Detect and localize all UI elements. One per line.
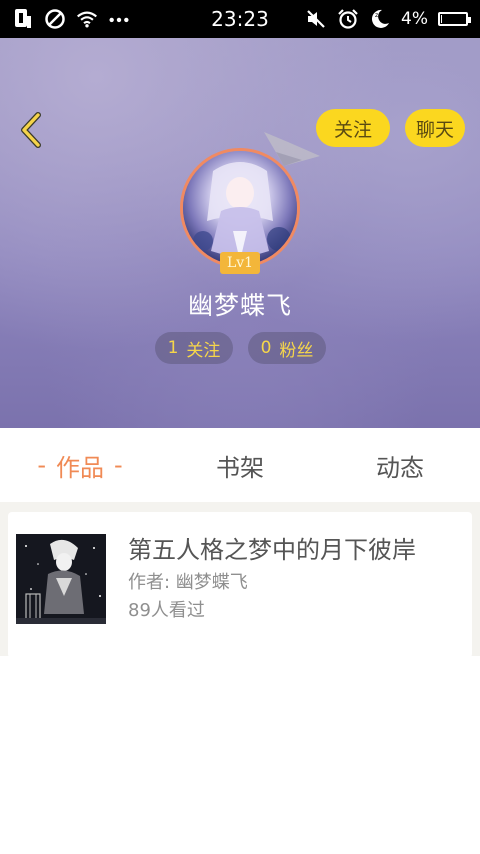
battery-icon [438,12,471,26]
fans-count: 0 [260,338,272,358]
book-author: 作者: 幽梦蝶飞 [128,572,248,593]
status-bar: 23:23 z 4% [0,0,480,38]
level-badge: Lv1 [220,252,260,274]
follow-button[interactable]: 关注 [316,109,390,147]
tab-label: 作品 [56,453,104,482]
tab-label: 动态 [376,453,424,482]
following-stat[interactable]: 1 关注 [155,332,233,364]
blocked-icon [44,8,66,30]
night-mode-icon: z [369,8,391,30]
tab-dash-right: - [114,451,123,479]
avatar-image [183,151,297,265]
tab-label: 书架 [216,453,264,482]
avatar[interactable] [180,148,300,268]
username: 幽梦蝶飞 [187,291,292,320]
mute-icon [305,8,327,30]
more-dots-icon [108,8,130,30]
profile-tabs: - 作品 - 书架 动态 [0,428,480,502]
back-button[interactable] [14,110,48,150]
following-label: 关注 [186,340,221,361]
tab-works[interactable]: - 作品 - [0,428,160,502]
tab-bookshelf[interactable]: 书架 [160,428,320,502]
tab-activity[interactable]: 动态 [320,428,480,502]
fans-label: 粉丝 [279,340,314,361]
chevron-left-icon [21,112,41,148]
wifi-icon [76,8,98,30]
tab-dash-left: - [37,451,46,479]
empty-area [0,656,480,854]
list-item[interactable]: 第五人格之梦中的月下彼岸 作者: 幽梦蝶飞 89人看过 [8,512,472,658]
chat-button[interactable]: 聊天 [405,109,465,147]
book-title: 第五人格之梦中的月下彼岸 [128,536,416,564]
sim-icon [12,8,34,30]
fans-stat[interactable]: 0 粉丝 [248,332,326,364]
profile-header: 关注 聊天 Lv1 幽梦蝶飞 1 关注 0 粉丝 [0,38,480,428]
following-count: 1 [167,338,179,358]
battery-label: 4% [401,9,428,29]
book-cover [16,534,106,624]
svg-text:z: z [375,12,378,19]
book-views: 89人看过 [128,600,205,621]
alarm-icon [337,8,359,30]
